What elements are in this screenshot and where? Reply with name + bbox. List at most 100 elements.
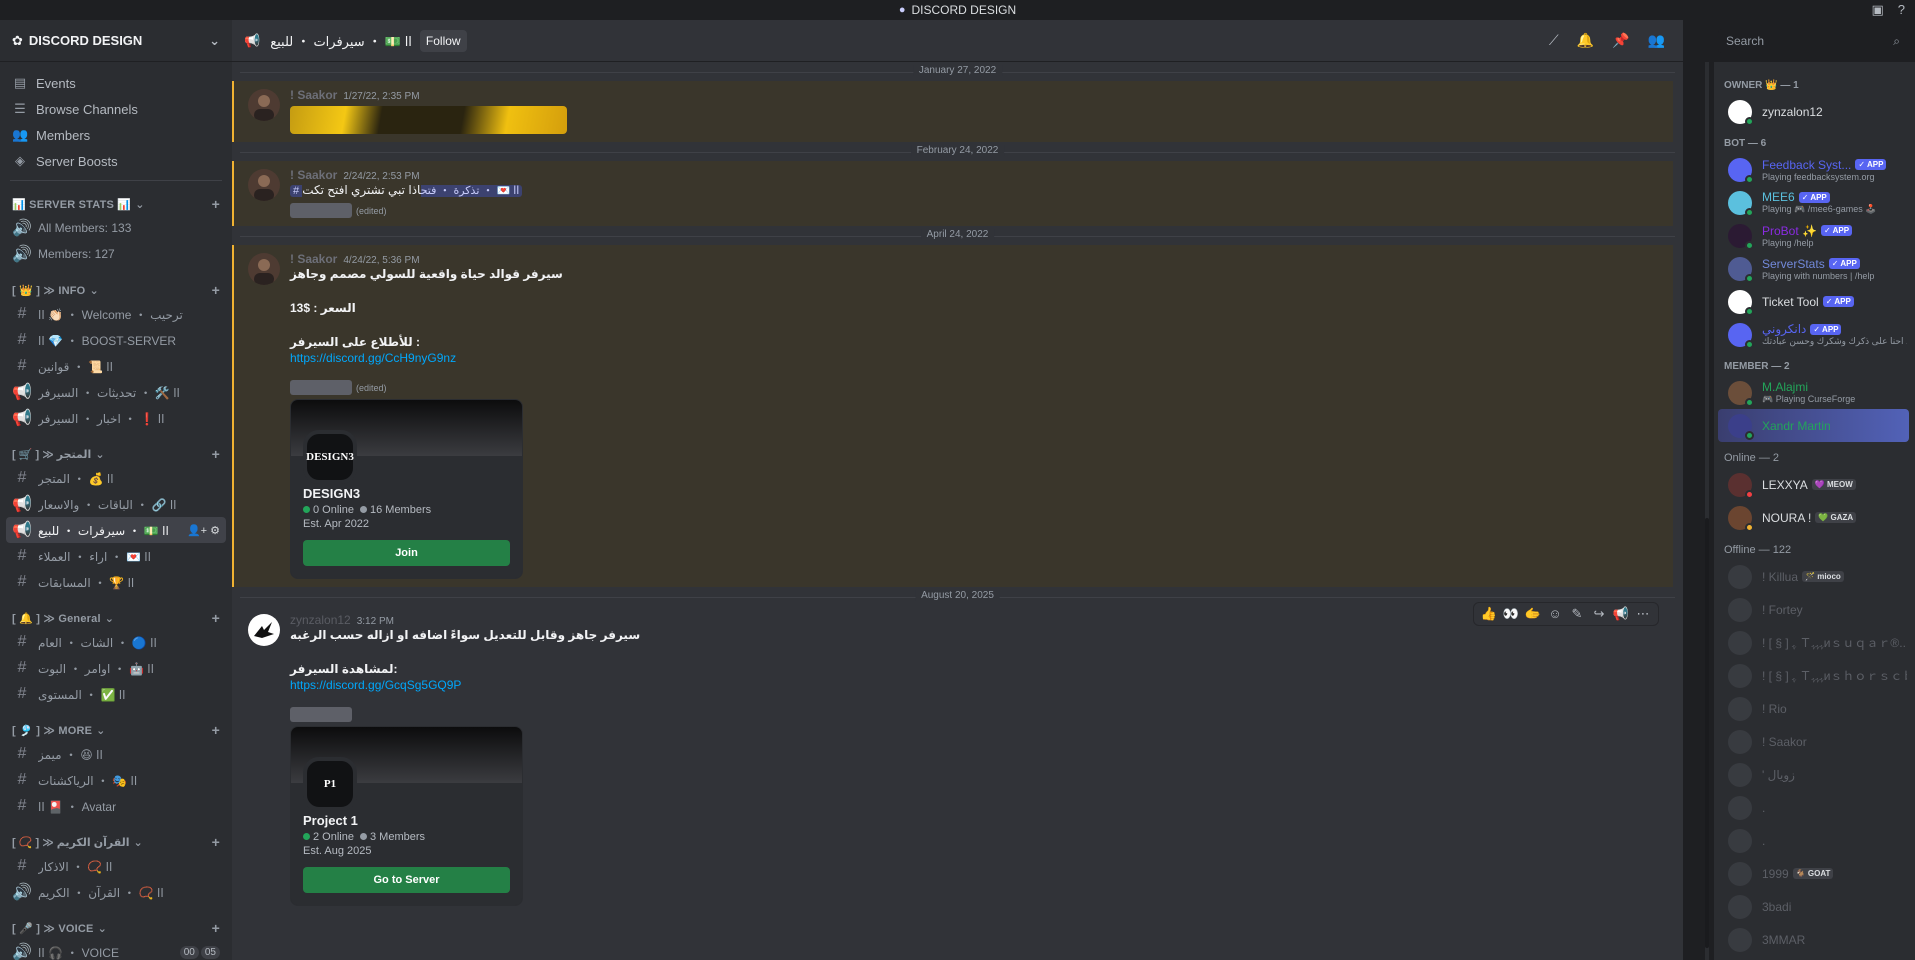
category-header[interactable]: [ 🛒 ] ≫ المتجر ⌄ + [0, 443, 232, 465]
member-item[interactable]: ProBot ✨ ✓ APP Playing /help [1714, 219, 1915, 252]
channel-item[interactable]: # اا 📿 ・ الاذكار [6, 853, 226, 879]
nav-item-members[interactable]: 👥 Members [0, 122, 232, 148]
server-header[interactable]: ✿ DISCORD DESIGN ⌄ [0, 20, 232, 62]
pin-icon[interactable]: 📌 [1612, 32, 1629, 49]
user-avatar[interactable] [248, 169, 280, 201]
channel-item[interactable]: 🔊 All Members: 133 [6, 215, 226, 241]
invite-link[interactable]: https://discord.gg/GcqSg5GQ9P [290, 678, 1661, 692]
threads-icon[interactable]: ⟋ [1549, 32, 1559, 49]
quick-reaction-button[interactable]: 👍 [1480, 606, 1498, 622]
message[interactable]: ! Saakor 4/24/22, 5:36 PM سيرفر قوالد حياة… [232, 245, 1673, 588]
category-header[interactable]: [ 🎐 ] ≫ MORE ⌄ + [0, 719, 232, 741]
attachment-image[interactable] [290, 106, 567, 134]
member-item[interactable]: ! [ § ] ﮩ Ｔﮩﮩﮩᴎｓｈｏｒｓｃｂ... [1714, 659, 1915, 692]
user-avatar[interactable] [248, 89, 280, 121]
member-item[interactable]: ServerStats ✓ APP Playing with numbers | /… [1714, 252, 1915, 285]
chevron-down-icon[interactable]: ⌄ [209, 33, 220, 49]
channel-item[interactable]: # اا 🎴 ・ Avatar [6, 793, 226, 819]
add-channel-icon[interactable]: + [212, 282, 220, 298]
add-reaction-icon[interactable]: ☺ [1546, 606, 1564, 622]
category-header[interactable]: [ 👑 ] ≫ INFO ⌄ + [0, 279, 232, 301]
channel-item[interactable]: # اا 👏🏻 ・ Welcome ・ ترحيب [6, 301, 226, 327]
member-item[interactable]: 3MMAR [1714, 923, 1915, 956]
member-item[interactable]: Feedback Syst... ✓ APP Playing feedbacksys… [1714, 153, 1915, 186]
follow-button[interactable]: Follow [419, 29, 467, 52]
category-header[interactable]: [ 🔔 ] ≫ General ⌄ + [0, 607, 232, 629]
member-list-icon[interactable]: 👥 [1648, 32, 1665, 49]
channel-item[interactable]: # اا 🔵 ・ الشات ・ العام [6, 629, 226, 655]
channel-item[interactable]: 🔊 اا 📿 ・ القرآن ・ الكريم [6, 879, 226, 905]
member-item[interactable]: M.Alajmi 🎮 Playing CurseForge [1714, 376, 1915, 409]
scrollbar[interactable] [1705, 62, 1709, 960]
category-header[interactable]: [ 🎤 ] ≫ VOICE ⌄ + [0, 917, 232, 939]
member-item[interactable]: ' زويال [1714, 758, 1915, 791]
user-avatar[interactable] [248, 253, 280, 286]
member-item[interactable]: ! Saakor [1714, 725, 1915, 758]
member-item[interactable]: 3badi [1714, 890, 1915, 923]
member-item[interactable]: ! Rio [1714, 692, 1915, 725]
author-name[interactable]: ! Saakor [290, 252, 337, 266]
member-item[interactable]: ! [ § ] ﮩ Ｔﮩﮩﮩᴎｓｕｑａｒ®... [1714, 626, 1915, 659]
channel-item[interactable]: 🔊 اا 🎧 ・ VOICE 00 05 [6, 939, 226, 960]
member-item[interactable]: دانكروني ✓ APP احنا على ذكرك وشكرك وحسن عب… [1714, 318, 1915, 351]
channel-item[interactable]: # اا ✅ ・ المستوى [6, 681, 226, 707]
nav-item-browse[interactable]: ☰ Browse Channels [0, 96, 232, 122]
add-channel-icon[interactable]: + [212, 610, 220, 626]
quick-reaction-button[interactable]: 🫱 [1524, 606, 1542, 622]
member-item[interactable]: NOURA ! 💚 GAZA [1714, 501, 1915, 534]
channel-item[interactable]: # اا 🎭 ・ الرياكشنات [6, 767, 226, 793]
message[interactable]: ! Saakor 2/24/22, 2:53 PM # اا 💌 ・ تذكرة ・… [232, 161, 1673, 227]
nav-item-boost[interactable]: ◈ Server Boosts [0, 148, 232, 174]
channel-item[interactable]: # اا 🤖 ・ اوامر ・ البوت [6, 655, 226, 681]
author-name[interactable]: ! Saakor [290, 168, 337, 182]
member-item[interactable]: ! Fortey [1714, 593, 1915, 626]
channel-item[interactable]: # اا 🏆 ・ المسابقات [6, 569, 226, 595]
scrollbar-thumb[interactable] [1705, 518, 1709, 948]
channel-item[interactable]: # اا 📜 ・ قوانين [6, 353, 226, 379]
message[interactable]: ! Saakor 1/27/22, 2:35 PM [232, 81, 1673, 142]
channel-item[interactable]: 🔊 Members: 127 [6, 241, 226, 267]
add-channel-icon[interactable]: + [212, 834, 220, 850]
channel-item[interactable]: 📢 اا 💵 ・ سيرفرات ・ للبيع 👤+ ⚙ [6, 517, 226, 543]
member-item[interactable]: . [1714, 791, 1915, 824]
member-item[interactable]: Xandr Martin [1718, 409, 1909, 442]
channel-item[interactable]: 📢 اا ❗ ・ اخبار ・ السيرفر [6, 405, 226, 431]
author-name[interactable]: ! Saakor [290, 88, 337, 102]
category-header[interactable]: [ 📿 ] ≫ القرآن الكريم ⌄ + [0, 831, 232, 853]
add-channel-icon[interactable]: + [212, 920, 220, 936]
member-item[interactable]: Ticket Tool ✓ APP [1714, 285, 1915, 318]
channel-item[interactable]: # اا 😆 ・ ميمز [6, 741, 226, 767]
go-to-server-button[interactable]: Go to Server [303, 867, 510, 894]
channel-item[interactable]: # اا 💌 ・ اراء ・ العملاء [6, 543, 226, 569]
member-item[interactable]: . [1714, 824, 1915, 857]
channel-item[interactable]: 📢 اا 🛠️ ・ تحديثات ・ السيرفر [6, 379, 226, 405]
inbox-icon[interactable]: ▣ [1871, 2, 1883, 18]
add-channel-icon[interactable]: + [212, 446, 220, 462]
publish-icon[interactable]: 📢 [1612, 606, 1630, 622]
message[interactable]: zynzalon12 3:12 PM سيرفر جاهز وقابل للتعدي… [232, 602, 1673, 914]
help-icon[interactable]: ? [1898, 2, 1905, 18]
quick-reaction-button[interactable]: 👀 [1502, 606, 1520, 622]
edit-icon[interactable]: ✎ [1568, 606, 1586, 622]
category-header[interactable]: 📊 SERVER STATS 📊 ⌄ + [0, 193, 232, 215]
member-item[interactable]: LEXXYA 💜 MEOW [1714, 468, 1915, 501]
notification-bell-icon[interactable]: 🔔 [1577, 32, 1594, 49]
search-input[interactable]: Search ⌕ [1718, 29, 1908, 53]
user-avatar[interactable] [248, 614, 280, 647]
channel-settings-icon[interactable]: 👤+ ⚙ [187, 524, 220, 537]
add-channel-icon[interactable]: + [212, 196, 220, 212]
reply-icon[interactable]: ↪ [1590, 606, 1608, 622]
member-item[interactable]: 1999 🐐 GOAT [1714, 857, 1915, 890]
member-item[interactable]: ! Killua 🪄 mioco [1714, 560, 1915, 593]
author-name[interactable]: zynzalon12 [290, 613, 351, 627]
channel-item[interactable]: # اا 💰 ・ المتجر [6, 465, 226, 491]
invite-link[interactable]: https://discord.gg/CcH9nyG9nz [290, 351, 1661, 365]
channel-item[interactable]: 📢 اا 🔗 ・ الباقات ・ والاسعار [6, 491, 226, 517]
more-icon[interactable]: ⋯ [1634, 606, 1652, 622]
add-channel-icon[interactable]: + [212, 722, 220, 738]
channel-item[interactable]: # اا 💎 ・ BOOST-SERVER [6, 327, 226, 353]
nav-item-calendar[interactable]: ▤ Events [0, 70, 232, 96]
join-button[interactable]: Join [303, 540, 510, 567]
member-item[interactable]: MEE6 ✓ APP Playing 🎮 /mee6-games 🕹️ [1714, 186, 1915, 219]
member-item[interactable]: zynzalon12 [1714, 95, 1915, 128]
